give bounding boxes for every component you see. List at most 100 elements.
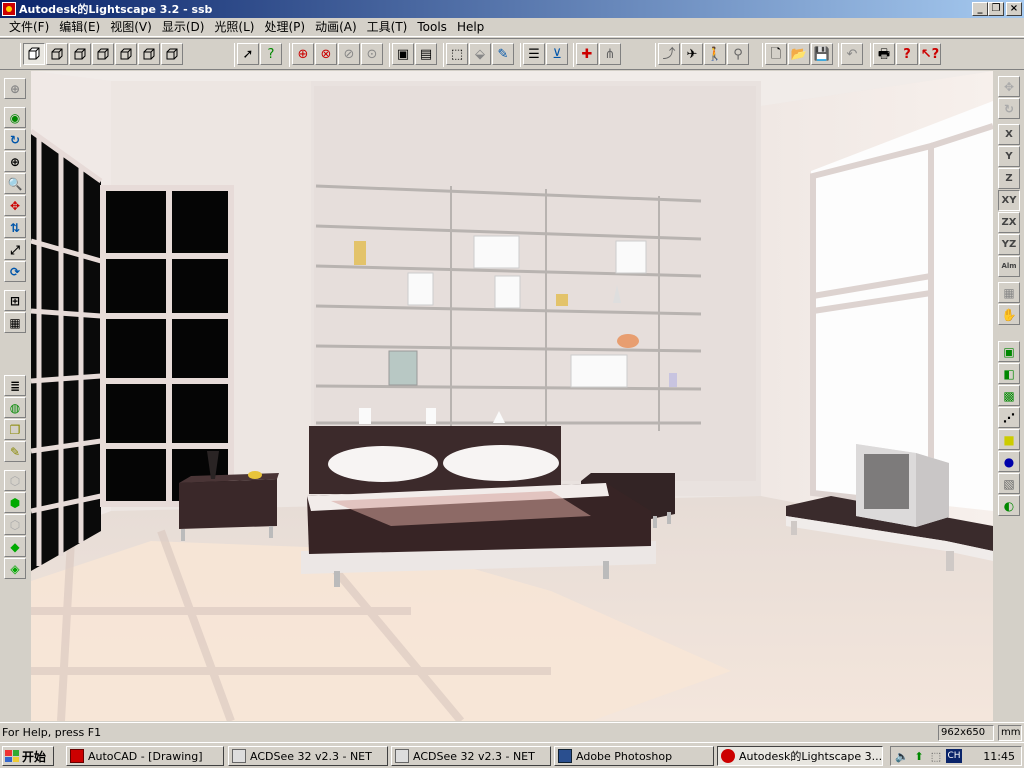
axis-y-button[interactable]: Y	[998, 146, 1020, 167]
minimize-button[interactable]: _	[972, 2, 988, 16]
green-cube-icon[interactable]: ⬢	[4, 492, 26, 513]
help-icon[interactable]: ?	[896, 43, 918, 65]
start-button[interactable]: 开始	[2, 746, 54, 766]
snap-cross-icon[interactable]: ✚	[576, 43, 598, 65]
zoom-select-icon[interactable]: ⊗	[315, 43, 337, 65]
axis-yz-button[interactable]: YZ	[998, 234, 1020, 255]
solid-cube-icon[interactable]: ◆	[4, 536, 26, 557]
ime-indicator[interactable]: CH	[946, 749, 962, 763]
block-edit-icon[interactable]: ⬙	[469, 43, 491, 65]
light-icon[interactable]: ■	[998, 429, 1020, 450]
orbit-icon[interactable]: ↻	[4, 129, 26, 150]
material-icon[interactable]: ▩	[998, 385, 1020, 406]
context-help-icon[interactable]: ↖?	[919, 43, 941, 65]
task-acdsee-1[interactable]: ACDSee 32 v2.3 - NET	[228, 746, 388, 766]
eye-icon[interactable]: ◉	[4, 107, 26, 128]
zoom-icon[interactable]: 🔍	[4, 173, 26, 194]
task-acdsee-2[interactable]: ACDSee 32 v2.3 - NET	[391, 746, 551, 766]
view-front-button[interactable]	[46, 43, 68, 65]
viewport-size: 962x650	[938, 725, 994, 741]
input-tray-icon[interactable]: ⬚	[929, 749, 943, 763]
axis-x-button[interactable]: X	[998, 124, 1020, 145]
grid-icon[interactable]: ▦	[998, 282, 1020, 303]
view-top-button[interactable]	[138, 43, 160, 65]
restore-button[interactable]: ❐	[988, 2, 1004, 16]
task-lightscape[interactable]: Autodesk的Lightscape 3....	[717, 746, 883, 766]
save-icon[interactable]: 💾	[811, 43, 833, 65]
zoom-prev-icon[interactable]: ⊘	[338, 43, 360, 65]
menu-tools[interactable]: Tools	[412, 19, 452, 36]
surface-icon[interactable]: ◧	[998, 363, 1020, 384]
block-paint-icon[interactable]: ✎	[492, 43, 514, 65]
snap-tree-icon[interactable]: ⋔	[599, 43, 621, 65]
zoom-window-left-icon[interactable]: ⊞	[4, 290, 26, 311]
print-icon[interactable]: 🖶	[873, 43, 895, 65]
zoom-in-icon[interactable]: ⊕	[4, 151, 26, 172]
menu-process[interactable]: 处理(P)	[259, 19, 310, 36]
view-right-button[interactable]	[115, 43, 137, 65]
fly-icon[interactable]: ⤴	[658, 43, 680, 65]
axis-z-button[interactable]: Z	[998, 168, 1020, 189]
task-photoshop[interactable]: Adobe Photoshop	[554, 746, 714, 766]
list-icon[interactable]: ☰	[523, 43, 545, 65]
globe-icon[interactable]: ◍	[4, 397, 26, 418]
undo-icon[interactable]: ↶	[841, 43, 863, 65]
menu-display[interactable]: 显示(D)	[157, 19, 210, 36]
close-button[interactable]: ×	[1006, 2, 1022, 16]
view-bottom-button[interactable]	[161, 43, 183, 65]
app-icon[interactable]	[2, 2, 16, 16]
view-back-button[interactable]	[69, 43, 91, 65]
query-icon[interactable]: ?	[260, 43, 282, 65]
axis-xy-button[interactable]: XY	[998, 190, 1020, 211]
menu-help[interactable]: Help	[452, 19, 489, 36]
pan-icon[interactable]: ✥	[4, 195, 26, 216]
task-autocad[interactable]: AutoCAD - [Drawing]	[66, 746, 224, 766]
axis-zx-button[interactable]: ZX	[998, 212, 1020, 233]
layers-icon[interactable]: ≣	[4, 375, 26, 396]
menu-file[interactable]: 文件(F)	[4, 19, 54, 36]
menu-light[interactable]: 光照(L)	[209, 19, 259, 36]
open-folder-icon[interactable]: 📂	[788, 43, 810, 65]
shaded-cube-icon[interactable]: ◈	[4, 558, 26, 579]
view-current-button[interactable]	[23, 43, 45, 65]
sphere-icon[interactable]: ●	[998, 451, 1020, 472]
filter-select-icon[interactable]: ⊻	[546, 43, 568, 65]
copy-icon[interactable]: ❐	[4, 419, 26, 440]
rotate-icon[interactable]: ⟳	[4, 261, 26, 282]
tilt-icon[interactable]: ⤢	[4, 239, 26, 260]
menu-tools-cn[interactable]: 工具(T)	[362, 19, 413, 36]
layer-icon[interactable]: ▣	[392, 43, 414, 65]
path-icon[interactable]: ⋰	[998, 407, 1020, 428]
walk-icon[interactable]: 🚶	[704, 43, 726, 65]
volume-icon[interactable]: 🔈	[895, 749, 909, 763]
layer-edit-icon[interactable]: ▤	[415, 43, 437, 65]
menu-edit[interactable]: 编辑(E)	[54, 19, 105, 36]
new-file-icon[interactable]: 🗋	[765, 43, 787, 65]
move-icon[interactable]: ✥	[998, 76, 1020, 97]
block-icon[interactable]: ⬚	[446, 43, 468, 65]
dolly-icon[interactable]: ⇅	[4, 217, 26, 238]
paint-icon[interactable]: ✎	[4, 441, 26, 462]
zoom-all-icon[interactable]: ⊙	[361, 43, 383, 65]
title-bar[interactable]: Autodesk的Lightscape 3.2 - ssb _ ❐ ×	[0, 0, 1024, 18]
menu-view[interactable]: 视图(V)	[105, 19, 157, 36]
menu-animation[interactable]: 动画(A)	[310, 19, 362, 36]
outline-cube-icon[interactable]: ⬡	[4, 514, 26, 535]
render-viewport[interactable]	[31, 71, 993, 721]
object-icon[interactable]: ▣	[998, 341, 1020, 362]
wire-cube-icon[interactable]: ⬡	[4, 470, 26, 491]
clock[interactable]: 11:45	[983, 750, 1015, 763]
texture-icon[interactable]: ▧	[998, 473, 1020, 494]
rotate-object-icon[interactable]: ↻	[998, 98, 1020, 119]
zoom-extents-icon[interactable]: ⊕	[4, 78, 26, 99]
stand-icon[interactable]: ⚲	[727, 43, 749, 65]
select-arrow-icon[interactable]: ➚	[237, 43, 259, 65]
axis-align-button[interactable]: Alm	[998, 256, 1020, 277]
view-left-button[interactable]	[92, 43, 114, 65]
network-icon[interactable]: ⬆	[912, 749, 926, 763]
camera-icon[interactable]: ▦	[4, 312, 26, 333]
hand-icon[interactable]: ✋	[998, 304, 1020, 325]
walk-pan-icon[interactable]: ✈	[681, 43, 703, 65]
zoom-window-icon[interactable]: ⊕	[292, 43, 314, 65]
landscape-icon[interactable]: ◐	[998, 495, 1020, 516]
